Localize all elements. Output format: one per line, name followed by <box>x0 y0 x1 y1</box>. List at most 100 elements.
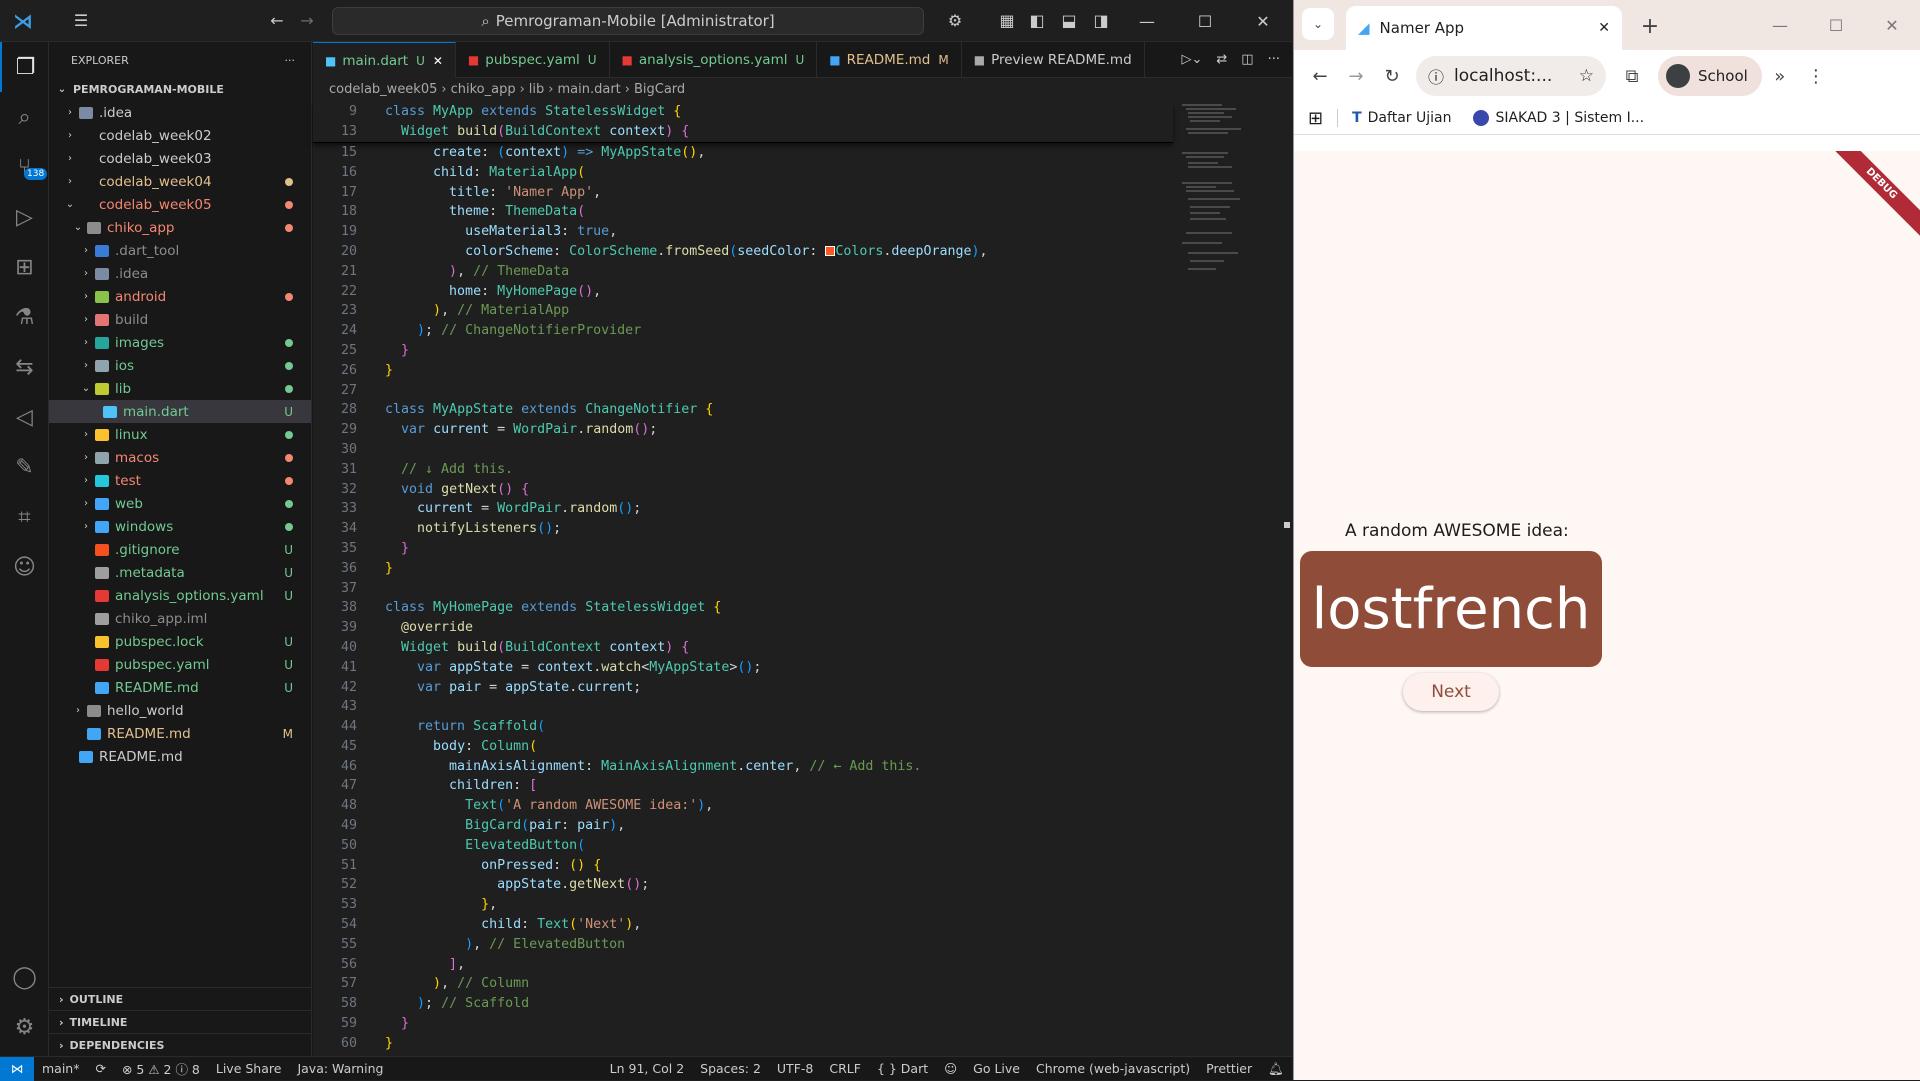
more-actions-icon[interactable]: ··· <box>1268 52 1280 67</box>
flutter-icon[interactable]: ◁ <box>0 392 49 442</box>
code-line[interactable]: 51 onPressed: () { <box>313 855 1173 875</box>
copilot-chat-icon[interactable]: ☺ <box>0 542 49 592</box>
tree-item[interactable]: ⌄ chiko_app <box>49 216 311 239</box>
code-line[interactable]: 29 var current = WordPair.random(); <box>313 420 1173 440</box>
source-control-icon[interactable]: ⑂ 138 <box>0 142 49 192</box>
apps-grid-icon[interactable]: ⊞ <box>1308 108 1323 129</box>
breadcrumb-item[interactable]: codelab_week05 <box>329 82 437 97</box>
scrollbar-marker[interactable] <box>1284 522 1290 528</box>
dependencies-section[interactable]: › DEPENDENCIES <box>49 1033 312 1056</box>
tree-item[interactable]: README.md U <box>49 676 311 699</box>
toggle-panel-icon[interactable]: ⬓ <box>1054 6 1084 36</box>
tree-item[interactable]: › .idea <box>49 101 311 124</box>
chrome-menu-icon[interactable]: ⋮ <box>1798 58 1834 94</box>
code-view[interactable]: 9 class MyApp extends StatelessWidget {13… <box>313 102 1173 1053</box>
copilot-icon[interactable]: ⚙ <box>940 6 970 36</box>
code-line[interactable]: 32 void getNext() { <box>313 479 1173 499</box>
run-debug-icon[interactable]: ▷ <box>0 192 49 242</box>
forward-arrow-icon[interactable]: → <box>1338 58 1374 94</box>
tree-item[interactable]: .metadata U <box>49 561 311 584</box>
profile-button[interactable]: School <box>1658 56 1762 96</box>
code-line[interactable]: 26} <box>313 360 1173 380</box>
code-line[interactable]: 48 Text('A random AWESOME idea:'), <box>313 796 1173 816</box>
code-line[interactable]: 25 } <box>313 341 1173 361</box>
outline-section[interactable]: › OUTLINE <box>49 987 312 1010</box>
customize-layout-icon[interactable]: ▦ <box>992 6 1022 36</box>
tree-item[interactable]: › codelab_week04 <box>49 170 311 193</box>
tree-item[interactable]: ⌄ codelab_week05 <box>49 193 311 216</box>
code-line[interactable]: 42 var pair = appState.current; <box>313 677 1173 697</box>
tree-item[interactable]: › android <box>49 285 311 308</box>
tree-item[interactable]: › test <box>49 469 311 492</box>
code-line[interactable]: 54 child: Text('Next'), <box>313 915 1173 935</box>
tree-item[interactable]: › ios <box>49 354 311 377</box>
remote-explorer-icon[interactable]: ⇆ <box>0 342 49 392</box>
tree-item[interactable]: chiko_app.iml <box>49 607 311 630</box>
code-line[interactable]: 53 }, <box>313 895 1173 915</box>
code-line[interactable]: 35 } <box>313 539 1173 559</box>
code-line[interactable]: 28 class MyAppState extends ChangeNotifie… <box>313 400 1173 420</box>
tab-close-icon[interactable]: ✕ <box>433 54 443 68</box>
notifications-bell-icon[interactable]: 🔔︎ <box>1260 1061 1292 1077</box>
editor-tab[interactable]: ■ analysis_options.yaml U <box>610 42 818 78</box>
code-lines[interactable]: 15 create: (context) => MyAppState(), 16 … <box>313 143 1173 1054</box>
code-line[interactable]: 37 <box>313 578 1173 598</box>
go-live[interactable]: Go Live <box>965 1061 1028 1076</box>
chrome-minimize-button[interactable]: — <box>1752 0 1808 50</box>
code-line[interactable]: 40 Widget build(BuildContext context) { <box>313 638 1173 658</box>
code-line[interactable]: 60} <box>313 1033 1173 1053</box>
tree-item[interactable]: › macos <box>49 446 311 469</box>
editor-tab[interactable]: ■ main.dart U ✕ <box>313 42 456 78</box>
language-mode[interactable]: { } Dart <box>869 1061 936 1076</box>
prettier[interactable]: Prettier <box>1198 1061 1260 1076</box>
code-line[interactable]: 17 title: 'Namer App', <box>313 182 1173 202</box>
code-line[interactable]: 20 colorScheme: ColorScheme.fromSeed(see… <box>313 242 1173 262</box>
back-arrow-icon[interactable]: ← <box>1302 58 1338 94</box>
menu-hamburger-icon[interactable]: ☰ <box>66 6 96 36</box>
code-line[interactable]: 15 create: (context) => MyAppState(), <box>313 143 1173 163</box>
tree-item[interactable]: › hello_world <box>49 699 311 722</box>
tab-close-icon[interactable]: ✕ <box>1598 20 1610 36</box>
indentation[interactable]: Spaces: 2 <box>692 1061 769 1076</box>
code-line[interactable]: 30 <box>313 440 1173 460</box>
code-line[interactable]: 24 ); // ChangeNotifierProvider <box>313 321 1173 341</box>
chrome-maximize-button[interactable]: ☐ <box>1808 0 1864 50</box>
tree-item[interactable]: pubspec.lock U <box>49 630 311 653</box>
flutter-device[interactable]: Chrome (web-javascript) <box>1028 1061 1198 1076</box>
address-bar[interactable]: ⓘ localhost:... ☆ <box>1416 56 1606 96</box>
back-arrow-icon[interactable]: ← <box>262 6 292 36</box>
tree-item[interactable]: › .idea <box>49 262 311 285</box>
testing-icon[interactable]: ⚗ <box>0 292 49 342</box>
code-line[interactable]: 59 } <box>313 1014 1173 1034</box>
tree-item[interactable]: README.md <box>49 745 311 768</box>
code-line[interactable]: 57 ), // Column <box>313 974 1173 994</box>
breadcrumb-item[interactable]: BigCard <box>634 82 685 97</box>
code-line[interactable]: 55 ), // ElevatedButton <box>313 934 1173 954</box>
sync-icon[interactable]: ⟳ <box>87 1061 113 1076</box>
code-line[interactable]: 23 ), // MaterialApp <box>313 301 1173 321</box>
file-encoding[interactable]: UTF-8 <box>769 1061 821 1076</box>
remote-indicator-icon[interactable]: ⋈ <box>0 1056 34 1081</box>
code-line[interactable]: 58 ); // Scaffold <box>313 994 1173 1014</box>
tree-item[interactable]: .gitignore U <box>49 538 311 561</box>
minimap[interactable] <box>1182 102 1252 302</box>
extensions-icon[interactable]: ⊞ <box>0 242 49 292</box>
tree-item[interactable]: › windows <box>49 515 311 538</box>
code-line[interactable]: 43 <box>313 697 1173 717</box>
forward-arrow-icon[interactable]: → <box>292 6 322 36</box>
code-line[interactable]: 18 theme: ThemeData( <box>313 202 1173 222</box>
minimize-button[interactable]: — <box>1118 0 1176 42</box>
breadcrumb-item[interactable]: chiko_app <box>451 82 516 97</box>
end-of-line[interactable]: CRLF <box>821 1061 869 1076</box>
chevron-right-double-icon[interactable]: » <box>1762 58 1798 94</box>
code-line[interactable]: 27 <box>313 380 1173 400</box>
live-share[interactable]: Live Share <box>208 1061 290 1076</box>
tree-item[interactable]: › codelab_week03 <box>49 147 311 170</box>
chrome-tab-namer-app[interactable]: ◢ Namer App ✕ <box>1346 6 1622 50</box>
reload-icon[interactable]: ↻ <box>1374 58 1410 94</box>
chrome-close-button[interactable]: ✕ <box>1864 0 1920 50</box>
copilot-status-icon[interactable]: ☺ <box>936 1061 965 1076</box>
edit-icon[interactable]: ✎ <box>0 442 49 492</box>
problems-count[interactable]: ⊗ 5 ⚠ 2 ⓘ 8 <box>114 1059 208 1078</box>
code-line[interactable]: 21 ), // ThemeData <box>313 261 1173 281</box>
